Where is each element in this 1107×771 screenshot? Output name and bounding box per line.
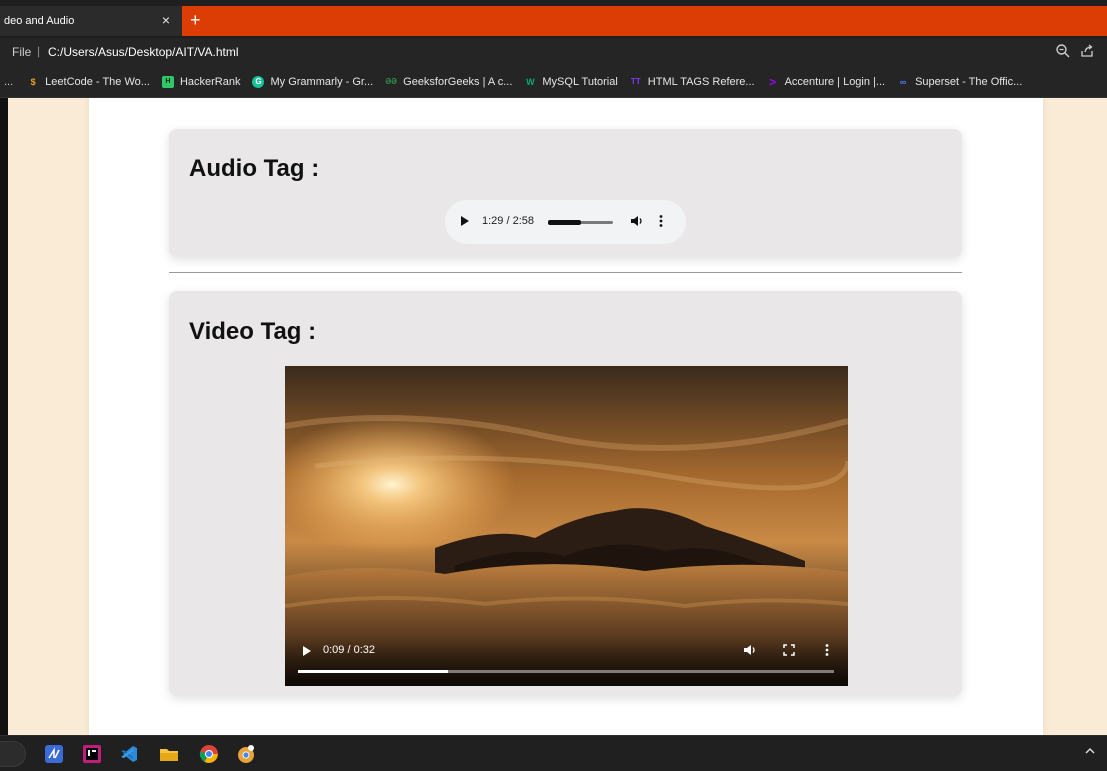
bookmark-leetcode[interactable]: $ LeetCode - The Wo... xyxy=(27,76,150,88)
window-edge xyxy=(0,98,8,735)
intellij-icon[interactable] xyxy=(82,744,102,764)
bookmark-hackerrank[interactable]: H HackerRank xyxy=(161,75,241,88)
new-tab-button[interactable]: + xyxy=(190,11,201,29)
bookmark-label: LeetCode - The Wo... xyxy=(45,75,150,88)
video-heading: Video Tag : xyxy=(189,318,317,345)
audio-seek-bar[interactable] xyxy=(548,220,613,225)
accenture-icon: > xyxy=(769,74,777,89)
bookmark-grammarly[interactable]: G My Grammarly - Gr... xyxy=(252,75,374,88)
chrome-canary-icon[interactable] xyxy=(236,744,256,764)
scheme-label[interactable]: File xyxy=(12,45,31,59)
video-time: 0:09 / 0:32 xyxy=(323,644,375,656)
jetbrains-icon[interactable] xyxy=(44,744,64,764)
url-text[interactable]: C:/Users/Asus/Desktop/AIT/VA.html xyxy=(48,45,239,59)
bookmark-label: Superset - The Offic... xyxy=(915,75,1023,88)
bookmark-accenture[interactable]: > Accenture | Login |... xyxy=(767,74,886,89)
tab-active[interactable]: deo and Audio × xyxy=(0,6,182,36)
bookmark-superset[interactable]: ∞ Superset - The Offic... xyxy=(897,76,1022,88)
leetcode-icon: $ xyxy=(30,76,36,87)
w3schools-icon: W xyxy=(526,76,535,87)
audio-heading: Audio Tag : xyxy=(189,155,320,182)
grammarly-icon: G xyxy=(252,75,265,88)
bookmark-label: GeeksforGeeks | A c... xyxy=(403,75,513,88)
video-controls: 0:09 / 0:32 xyxy=(285,636,848,686)
fullscreen-icon[interactable] xyxy=(783,644,795,656)
audio-player[interactable]: 1:29 / 2:58 xyxy=(445,200,686,244)
search-button[interactable] xyxy=(0,741,26,767)
video-seek-progress xyxy=(298,670,449,673)
taskbar xyxy=(0,735,1107,771)
audio-time: 1:29 / 2:58 xyxy=(482,215,534,227)
play-icon[interactable] xyxy=(461,216,469,226)
video-section: Video Tag : 0:09 / 0:32 xyxy=(169,291,962,696)
address-separator: | xyxy=(37,44,41,58)
more-options-icon[interactable] xyxy=(658,214,664,228)
tab-strip: deo and Audio × + xyxy=(0,0,1107,38)
share-icon[interactable] xyxy=(1079,43,1095,59)
page-viewport: Audio Tag : 1:29 / 2:58 Video Tag : 0:09… xyxy=(0,98,1107,735)
page-body: Audio Tag : 1:29 / 2:58 Video Tag : 0:09… xyxy=(89,98,1043,735)
audio-seek-progress xyxy=(548,220,581,225)
video-player[interactable]: 0:09 / 0:32 xyxy=(285,366,848,686)
zoom-icon[interactable] xyxy=(1055,43,1071,59)
tab-close-icon[interactable]: × xyxy=(162,13,170,27)
geeksforgeeks-icon: ƏƏ xyxy=(385,77,397,86)
audio-section: Audio Tag : 1:29 / 2:58 xyxy=(169,129,962,257)
bookmark-mysql-tutorial[interactable]: W MySQL Tutorial xyxy=(524,75,618,88)
bookmark-label: MySQL Tutorial xyxy=(542,75,618,88)
chrome-icon[interactable] xyxy=(199,744,219,764)
superset-icon: ∞ xyxy=(899,76,907,87)
bookmark-geeksforgeeks[interactable]: ƏƏ GeeksforGeeks | A c... xyxy=(385,76,512,88)
tab-strip-accent xyxy=(182,6,1107,36)
bookmark-label: HackerRank xyxy=(179,75,241,88)
section-divider xyxy=(169,272,962,273)
bookmark-html-tags[interactable]: TT HTML TAGS Refere... xyxy=(630,76,755,88)
vscode-icon[interactable] xyxy=(119,744,139,764)
hackerrank-icon: H xyxy=(161,75,174,88)
volume-icon[interactable] xyxy=(630,214,644,228)
file-explorer-icon[interactable] xyxy=(159,744,179,764)
bookmark-label: Accenture | Login |... xyxy=(784,75,886,88)
bookmark-label: HTML TAGS Refere... xyxy=(647,75,755,88)
tab-title: deo and Audio xyxy=(4,15,75,27)
bookmarks-bar: ... $ LeetCode - The Wo... H HackerRank … xyxy=(0,66,1107,98)
volume-icon[interactable] xyxy=(743,643,757,657)
chevron-up-icon[interactable] xyxy=(1085,746,1095,756)
html-tags-icon: TT xyxy=(630,77,641,86)
video-seek-bar[interactable] xyxy=(298,670,834,673)
bookmark-label: My Grammarly - Gr... xyxy=(270,75,374,88)
address-bar[interactable]: File | C:/Users/Asus/Desktop/AIT/VA.html xyxy=(0,38,1107,66)
more-options-icon[interactable] xyxy=(824,643,830,657)
bookmarks-overflow[interactable]: ... xyxy=(4,76,13,88)
play-icon[interactable] xyxy=(303,646,311,656)
